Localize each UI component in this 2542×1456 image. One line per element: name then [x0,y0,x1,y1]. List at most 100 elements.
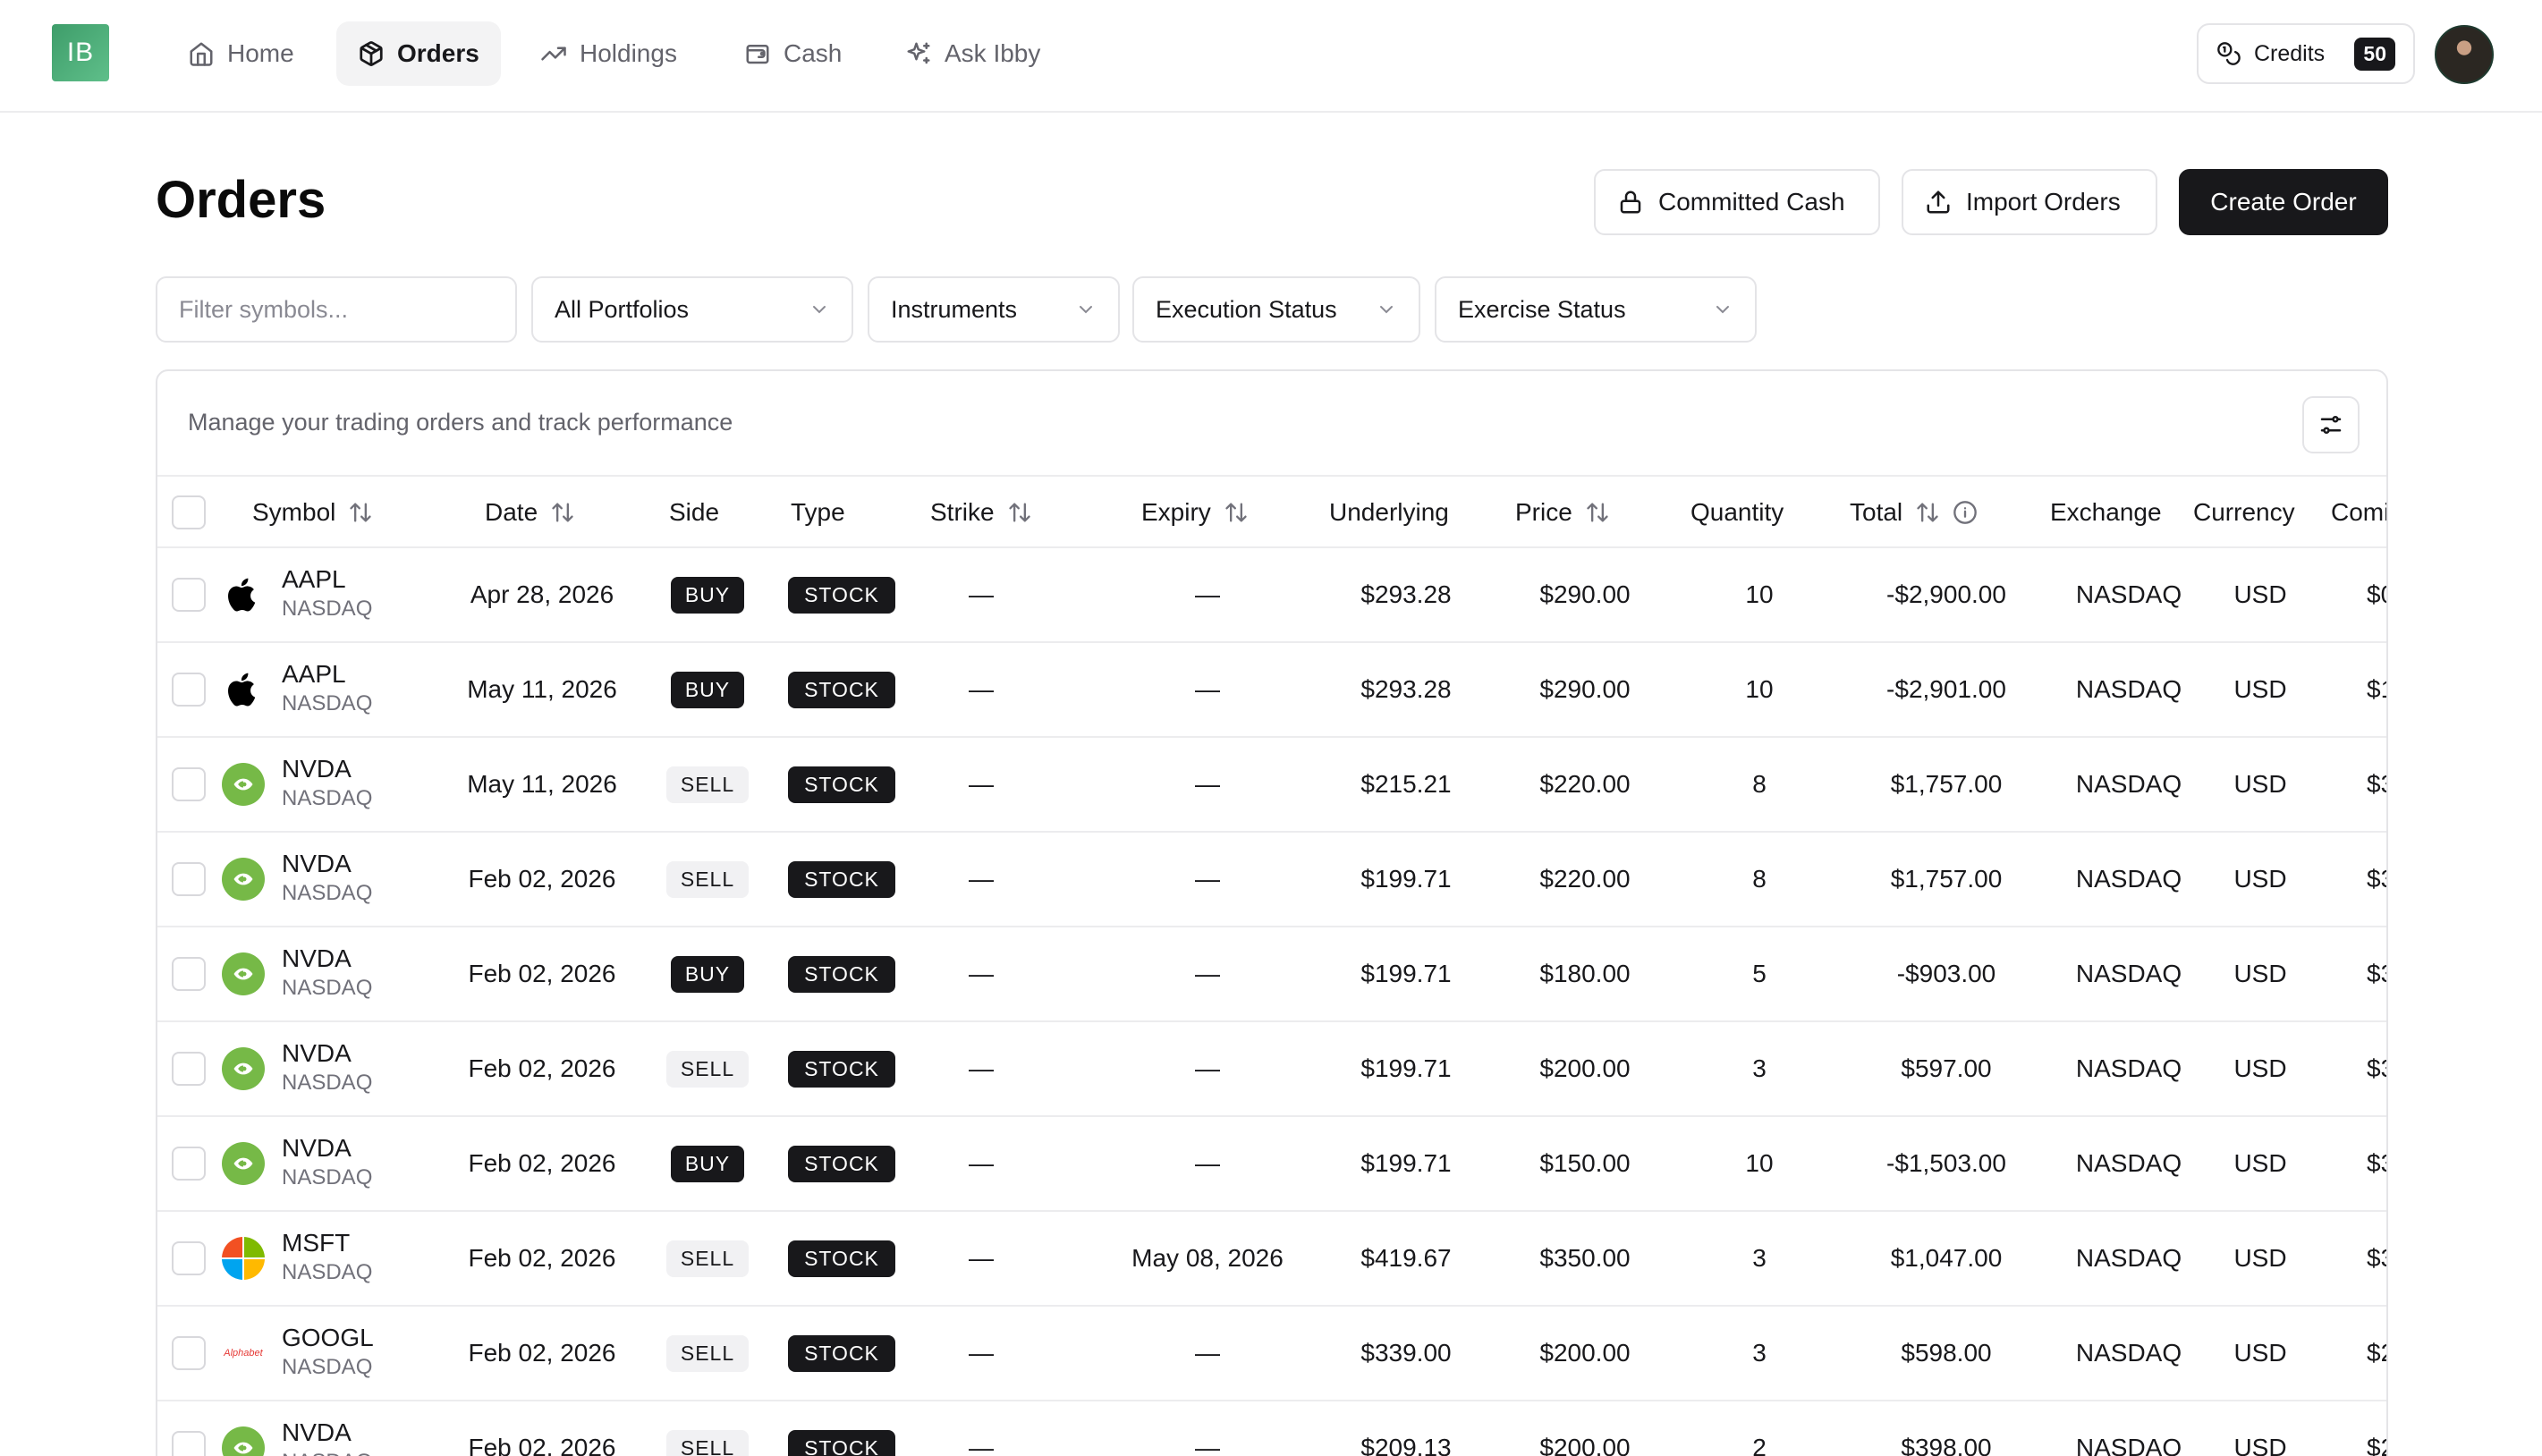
table-row[interactable]: NVDA NASDAQ Feb 02, 2026 SELL STOCK — — $209.13… [157,1401,2386,1456]
currency-value: USD [2233,770,2287,798]
table-row[interactable]: AAPL NASDAQ May 11, 2026 BUY STOCK — — $293.28 $… [157,643,2386,738]
price-value: $200.00 [1539,1054,1631,1082]
row-checkbox[interactable] [172,862,206,896]
column-currency: Currency [2193,477,2295,548]
committed-cash-button[interactable]: Committed Cash [1594,169,1880,235]
exercise-status-select[interactable]: Exercise Status [1435,276,1757,343]
total-cell: -$903.00 [1839,927,2054,1020]
type-cell: STOCK [775,927,909,1020]
create-order-button[interactable]: Create Order [2179,169,2388,235]
symbol-exchange: NASDAQ [282,1260,373,1284]
sort-icon [552,503,573,522]
import-orders-button[interactable]: Import Orders [1902,169,2157,235]
row-checkbox[interactable] [172,673,206,707]
symbol-cell[interactable]: AAPL NASDAQ [282,659,372,718]
portfolios-select[interactable]: All Portfolios [531,276,853,343]
total-value: -$2,901.00 [1886,675,2006,703]
date-cell: Feb 02, 2026 [453,833,631,926]
table-row[interactable]: MSFT NASDAQ Feb 02, 2026 SELL STOCK — May 08, … [157,1212,2386,1307]
row-checkbox[interactable] [172,1241,206,1275]
row-checkbox[interactable] [172,1147,206,1181]
column-symbol[interactable]: Symbol [252,477,373,548]
symbol-ticker: AAPL [282,565,346,593]
info-icon[interactable] [1953,500,1978,525]
expiry-value: — [1195,1054,1220,1082]
table-row[interactable]: Alphabet GOOGL NASDAQ Feb 02, 2026 SELL STOCK… [157,1307,2386,1401]
execution-status-select[interactable]: Execution Status [1132,276,1420,343]
strike-value: — [969,1244,994,1272]
table-row[interactable]: NVDA NASDAQ May 11, 2026 SELL STOCK — — $215.21… [157,738,2386,833]
exchange-cell: NASDAQ [2048,1022,2209,1115]
symbol-cell[interactable]: NVDA NASDAQ [282,849,372,908]
table-row[interactable]: NVDA NASDAQ Feb 02, 2026 SELL STOCK — — $199.71… [157,1022,2386,1117]
row-checkbox[interactable] [172,1431,206,1456]
sparkles-icon [907,42,930,64]
symbol-cell[interactable]: NVDA NASDAQ [282,1418,372,1456]
underlying-cell: $199.71 [1317,833,1496,926]
app-logo[interactable]: IB [52,24,109,81]
side-badge: SELL [665,860,750,898]
symbol-cell[interactable]: NVDA NASDAQ [282,944,372,1003]
type-badge: STOCK [788,1240,895,1277]
execution-status-select-value: Execution Status [1156,295,1337,323]
strike-value: — [969,1434,994,1456]
row-checkbox[interactable] [172,957,206,991]
table-row[interactable]: NVDA NASDAQ Feb 02, 2026 BUY STOCK — — $199.71 $… [157,1117,2386,1212]
symbol-filter-input[interactable]: Filter symbols... [156,276,517,343]
strike-cell: — [914,1401,1048,1456]
table-row[interactable]: AAPL NASDAQ Apr 28, 2026 BUY STOCK — — $293.28 $… [157,548,2386,643]
underlying-value: $293.28 [1360,580,1452,608]
nav-ask-ibby[interactable]: Ask Ibby [884,21,1062,86]
currency-cell: USD [2193,833,2327,926]
quantity-value: 10 [1745,675,1774,703]
symbol-cell[interactable]: NVDA NASDAQ [282,1133,372,1192]
row-checkbox[interactable] [172,767,206,801]
credits-button[interactable]: Credits 50 [2197,23,2415,84]
symbol-cell[interactable]: NVDA NASDAQ [282,1038,372,1097]
symbol-cell[interactable]: NVDA NASDAQ [282,754,372,813]
exchange-value: NASDAQ [2075,1054,2182,1082]
nav-orders[interactable]: Orders [336,21,501,86]
user-avatar[interactable] [2435,25,2494,84]
underlying-value: $199.71 [1360,1054,1452,1082]
table-row[interactable]: NVDA NASDAQ Feb 02, 2026 SELL STOCK — — $199.71… [157,833,2386,927]
expiry-value: — [1195,960,1220,987]
symbol-cell[interactable]: GOOGL NASDAQ [282,1323,374,1382]
total-cell: -$2,900.00 [1839,548,2054,641]
instruments-select[interactable]: Instruments [868,276,1120,343]
strike-cell: — [914,548,1048,641]
column-total[interactable]: Total [1850,477,1978,548]
strike-cell: — [914,1212,1048,1305]
commission-value: $3 [2367,1244,2386,1272]
side-badge: SELL [665,1429,750,1456]
column-price[interactable]: Price [1515,477,1610,548]
date-value: Feb 02, 2026 [468,1434,616,1456]
column-date[interactable]: Date [485,477,575,548]
price-cell: $200.00 [1496,1022,1674,1115]
symbol-cell[interactable]: MSFT NASDAQ [282,1228,372,1287]
row-checkbox[interactable] [172,578,206,612]
select-all-checkbox[interactable] [172,495,206,529]
nvidia-logo-icon [222,1142,265,1185]
column-strike[interactable]: Strike [930,477,1032,548]
nav-home[interactable]: Home [166,21,316,86]
nav-cash[interactable]: Cash [723,21,863,86]
row-checkbox[interactable] [172,1052,206,1086]
import-orders-label: Import Orders [1966,188,2121,216]
expiry-cell: — [1109,1022,1306,1115]
currency-cell: USD [2193,1307,2327,1400]
side-badge: BUY [670,576,745,614]
row-checkbox[interactable] [172,1336,206,1370]
currency-value: USD [2233,580,2287,608]
column-settings-button[interactable] [2302,396,2360,453]
quantity-cell: 3 [1674,1022,1844,1115]
column-expiry[interactable]: Expiry [1141,477,1249,548]
symbol-cell[interactable]: AAPL NASDAQ [282,564,372,623]
table-row[interactable]: NVDA NASDAQ Feb 02, 2026 BUY STOCK — — $199.71 $… [157,927,2386,1022]
nav-holdings[interactable]: Holdings [519,21,699,86]
strike-value: — [969,1339,994,1367]
expiry-value: — [1195,1434,1220,1456]
side-cell: BUY [640,1117,775,1210]
underlying-value: $209.13 [1360,1434,1452,1456]
price-cell: $220.00 [1496,833,1674,926]
